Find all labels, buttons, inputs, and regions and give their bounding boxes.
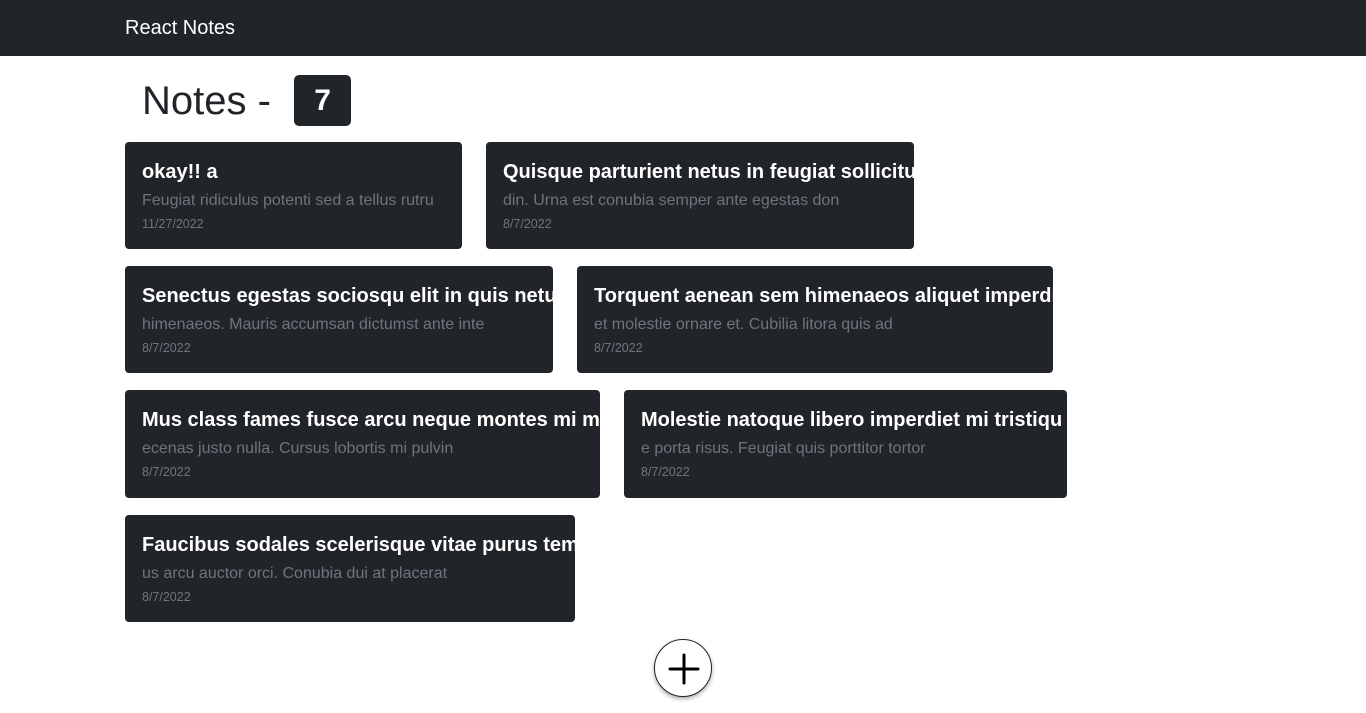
note-title: okay!! a xyxy=(142,161,218,183)
note-title: Senectus egestas sociosqu elit in quis n… xyxy=(142,285,553,307)
note-card[interactable]: Faucibus sodales scelerisque vitae purus… xyxy=(125,515,575,622)
note-date: 8/7/2022 xyxy=(503,217,552,231)
add-note-button[interactable] xyxy=(654,639,712,697)
note-card[interactable]: okay!! a Feugiat ridiculus potenti sed a… xyxy=(125,142,462,249)
note-preview: din. Urna est conubia semper ante egesta… xyxy=(503,192,840,209)
plus-icon xyxy=(668,653,700,685)
note-date: 11/27/2022 xyxy=(142,217,204,231)
note-title: Faucibus sodales scelerisque vitae purus… xyxy=(142,534,575,556)
note-preview: us arcu auctor orci. Conubia dui at plac… xyxy=(142,565,448,582)
note-title: Quisque parturient netus in feugiat soll… xyxy=(503,161,914,183)
note-date: 8/7/2022 xyxy=(142,590,191,604)
note-card[interactable]: Molestie natoque libero imperdiet mi tri… xyxy=(624,390,1067,498)
note-preview: et molestie ornare et. Cubilia litora qu… xyxy=(594,316,893,333)
notes-count-badge: 7 xyxy=(294,75,352,126)
note-title: Mus class fames fusce arcu neque montes … xyxy=(142,409,600,431)
note-date: 8/7/2022 xyxy=(594,341,643,355)
note-card[interactable]: Torquent aenean sem himenaeos aliquet im… xyxy=(577,266,1053,373)
page-header: Notes - 7 xyxy=(142,75,352,126)
navbar-brand[interactable]: React Notes xyxy=(125,16,235,40)
note-preview: Feugiat ridiculus potenti sed a tellus r… xyxy=(142,192,434,209)
note-date: 8/7/2022 xyxy=(142,341,191,355)
navbar: React Notes xyxy=(0,0,1366,56)
note-card[interactable]: Mus class fames fusce arcu neque montes … xyxy=(125,390,600,498)
note-date: 8/7/2022 xyxy=(641,465,690,479)
note-card[interactable]: Senectus egestas sociosqu elit in quis n… xyxy=(125,266,553,373)
note-title: Torquent aenean sem himenaeos aliquet im… xyxy=(594,285,1053,307)
note-title: Molestie natoque libero imperdiet mi tri… xyxy=(641,409,1063,431)
page-title: Notes - xyxy=(142,78,283,123)
note-date: 8/7/2022 xyxy=(142,465,191,479)
note-preview: e porta risus. Feugiat quis porttitor to… xyxy=(641,440,926,457)
note-preview: ecenas justo nulla. Cursus lobortis mi p… xyxy=(142,440,454,457)
note-card[interactable]: Quisque parturient netus in feugiat soll… xyxy=(486,142,914,249)
note-preview: himenaeos. Mauris accumsan dictumst ante… xyxy=(142,316,485,333)
